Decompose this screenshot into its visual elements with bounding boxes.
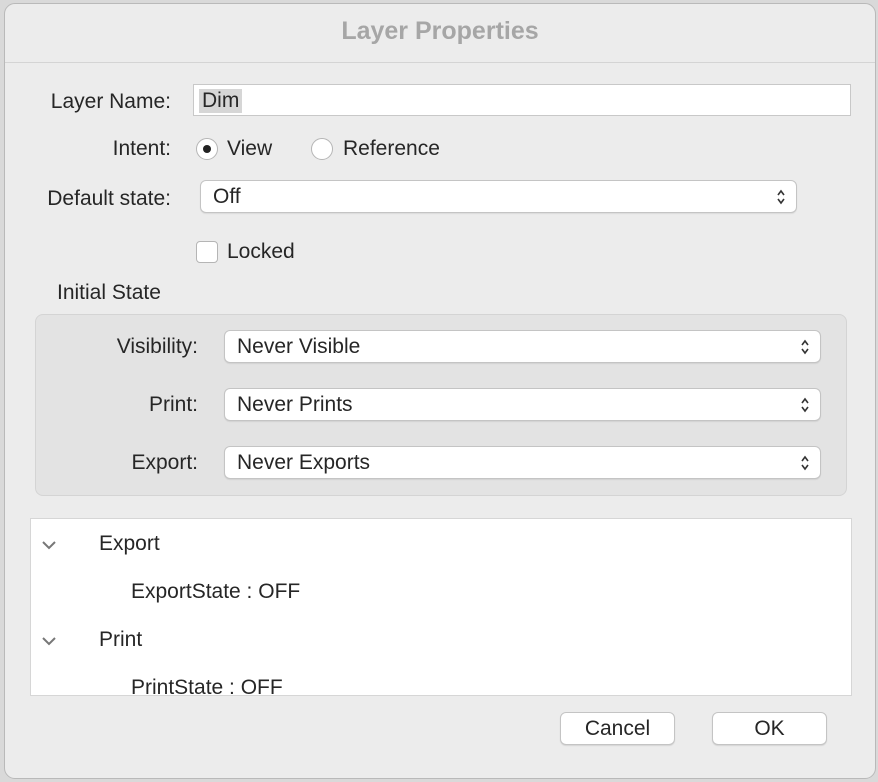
outline-item-print[interactable]: Print: [99, 628, 142, 652]
layer-outline-view[interactable]: Export ExportState : OFF Print PrintStat…: [30, 518, 852, 696]
print-value: Never Prints: [237, 393, 353, 416]
intent-view-radio[interactable]: [196, 138, 218, 160]
outline-item-printstate[interactable]: PrintState : OFF: [131, 676, 283, 695]
title-bar: Layer Properties: [5, 4, 875, 63]
layer-properties-dialog: Layer Properties Layer Name: Dim Intent:…: [4, 3, 876, 779]
intent-reference-label[interactable]: Reference: [343, 137, 440, 161]
intent-view-label[interactable]: View: [227, 137, 272, 161]
intent-label: Intent:: [112, 137, 171, 160]
locked-label[interactable]: Locked: [227, 240, 295, 264]
export-label: Export:: [131, 451, 198, 474]
cancel-button[interactable]: Cancel: [560, 712, 675, 745]
print-popup[interactable]: Never Prints: [224, 388, 821, 421]
dialog-title: Layer Properties: [341, 17, 539, 45]
updown-chevron-icon: [777, 189, 785, 205]
updown-chevron-icon: [801, 339, 809, 355]
outline-item-exportstate[interactable]: ExportState : OFF: [131, 580, 300, 604]
print-label: Print:: [148, 393, 198, 416]
default-state-label: Default state:: [47, 187, 171, 210]
chevron-down-icon[interactable]: [41, 635, 57, 647]
visibility-value: Never Visible: [237, 335, 361, 358]
export-popup[interactable]: Never Exports: [224, 446, 821, 479]
locked-checkbox[interactable]: [196, 241, 218, 263]
updown-chevron-icon: [801, 455, 809, 471]
outline-item-export[interactable]: Export: [99, 532, 160, 556]
initial-state-group: Visibility: Never Visible Print: Never P…: [35, 314, 847, 496]
intent-reference-radio[interactable]: [311, 138, 333, 160]
initial-state-heading: Initial State: [57, 281, 161, 304]
export-value: Never Exports: [237, 451, 371, 474]
default-state-popup[interactable]: Off: [200, 180, 797, 213]
layer-name-label: Layer Name:: [50, 90, 171, 113]
layer-name-value[interactable]: Dim: [199, 89, 243, 113]
chevron-down-icon[interactable]: [41, 539, 57, 551]
visibility-popup[interactable]: Never Visible: [224, 330, 821, 363]
ok-button[interactable]: OK: [712, 712, 827, 745]
radio-selected-dot: [203, 145, 211, 153]
layer-name-field[interactable]: Dim: [193, 84, 851, 116]
updown-chevron-icon: [801, 397, 809, 413]
default-state-value: Off: [213, 185, 241, 208]
visibility-label: Visibility:: [116, 335, 198, 358]
